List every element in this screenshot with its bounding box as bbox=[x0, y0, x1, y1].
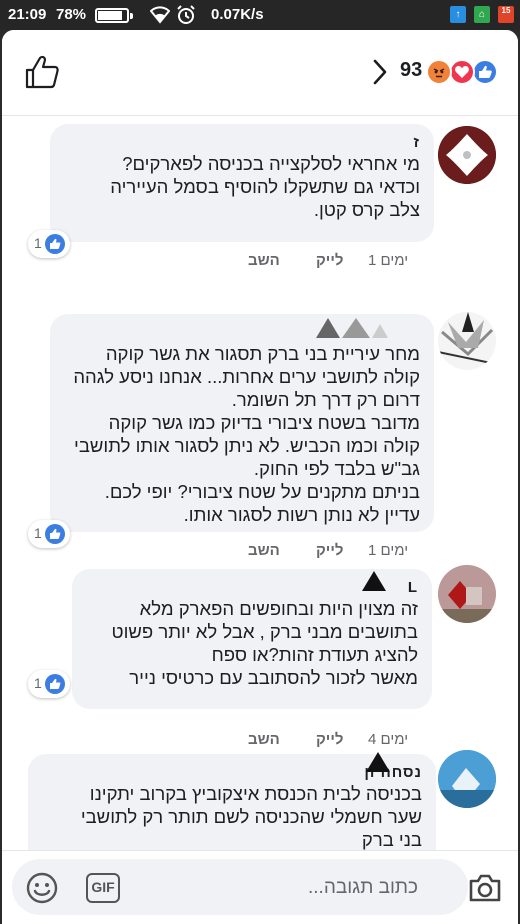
comment-time: 1 ימים bbox=[368, 542, 409, 559]
gif-button[interactable]: GIF bbox=[86, 873, 120, 903]
wifi-icon bbox=[150, 6, 170, 24]
blurred-name bbox=[328, 571, 386, 591]
reactions-header: 93 bbox=[2, 30, 518, 116]
like-badge-icon bbox=[45, 674, 65, 694]
avatar[interactable] bbox=[438, 312, 496, 370]
emoji-icon[interactable] bbox=[26, 872, 58, 904]
comment-input-placeholder: כתוב תגובה... bbox=[308, 877, 419, 898]
camera-icon[interactable] bbox=[468, 873, 502, 903]
comment-actions: 1 ימים לייק השב bbox=[2, 542, 518, 564]
heart-reaction-icon bbox=[449, 59, 475, 85]
like-badge-icon bbox=[45, 234, 65, 254]
avatar[interactable] bbox=[438, 126, 496, 184]
chevron-right-icon[interactable] bbox=[370, 58, 390, 86]
reply-button[interactable]: השב bbox=[248, 252, 280, 269]
comments-sheet: 93 ז מי אחראי לסלקצייה בכניסה לפארקים? ו… bbox=[2, 30, 518, 924]
reply-button[interactable]: השב bbox=[248, 731, 280, 748]
angry-reaction-icon bbox=[426, 59, 452, 85]
blurred-name bbox=[292, 130, 392, 142]
avatar[interactable] bbox=[438, 565, 496, 623]
like-button[interactable]: לייק bbox=[316, 542, 343, 559]
comment-actions: 4 ימים לייק השב bbox=[2, 731, 518, 753]
battery-icon bbox=[95, 8, 133, 23]
comment-like-badge[interactable]: 1 bbox=[28, 670, 70, 698]
like-badge-icon bbox=[45, 524, 65, 544]
like-count: 1 bbox=[34, 525, 42, 541]
comment-bubble: מחר עיריית בני ברק תסגור את גשר קוקה קול… bbox=[50, 314, 434, 532]
like-reaction-icon bbox=[472, 59, 498, 85]
comment-actions: 1 ימים לייק השב bbox=[2, 252, 518, 274]
comment-text: מי אחראי לסלקצייה בכניסה לפארקים? וכדאי … bbox=[110, 153, 420, 220]
app-badge-icon: 15 bbox=[498, 6, 514, 23]
comment-time: 1 ימים bbox=[368, 252, 409, 269]
blurred-name bbox=[316, 318, 388, 338]
reaction-count[interactable]: 93 bbox=[400, 59, 422, 82]
like-count: 1 bbox=[34, 235, 42, 251]
avatar[interactable] bbox=[438, 750, 496, 808]
like-button[interactable]: לייק bbox=[316, 731, 343, 748]
blurred-name bbox=[366, 752, 390, 772]
upload-notification-icon: ↑ bbox=[450, 6, 466, 23]
comment-text: מחר עיריית בני ברק תסגור את גשר קוקה קול… bbox=[73, 343, 420, 525]
network-speed: 0.07K/s bbox=[211, 6, 264, 23]
app-notification-icon: ⌂ bbox=[474, 6, 490, 23]
comment-text: זה מצוין היות ובחופשים הפארק מלא בתושבים… bbox=[111, 598, 418, 688]
comment-text: בכניסה לבית הכנסת איצקוביץ בקרוב יתקינו … bbox=[80, 783, 422, 850]
alarm-icon bbox=[177, 5, 195, 24]
like-count: 1 bbox=[34, 675, 42, 691]
comments-list: ז מי אחראי לסלקצייה בכניסה לפארקים? וכדא… bbox=[2, 116, 518, 852]
comment-time: 4 ימים bbox=[368, 731, 409, 748]
status-time: 21:09 bbox=[8, 6, 47, 23]
like-button[interactable]: לייק bbox=[316, 252, 343, 269]
like-thumb-icon[interactable] bbox=[24, 54, 60, 90]
reply-button[interactable]: השב bbox=[248, 542, 280, 559]
comment-composer: GIF כתוב תגובה... bbox=[2, 850, 518, 924]
status-bar: 21:09 78% 0.07K/s ↑ ⌂ 15 bbox=[0, 0, 520, 30]
battery-percent: 78% bbox=[56, 6, 87, 23]
